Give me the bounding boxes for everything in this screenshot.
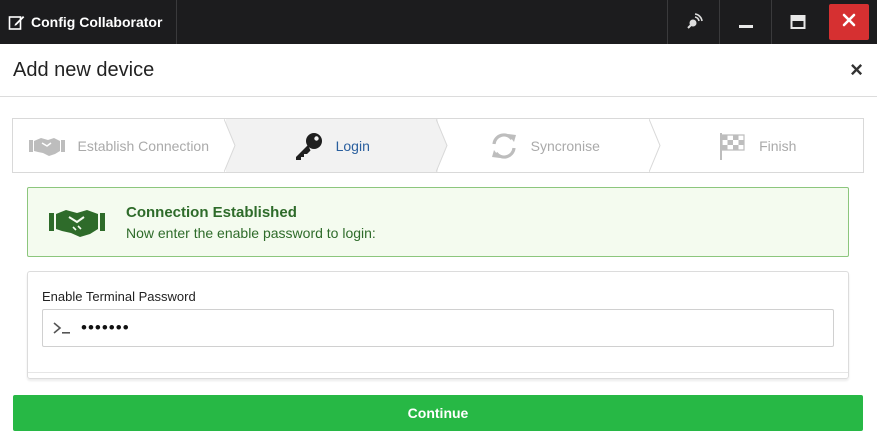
- step-label: Establish Connection: [77, 137, 210, 154]
- step-label: Syncronise: [530, 137, 600, 154]
- alert-title: Connection Established: [126, 203, 297, 221]
- minimize-icon: [738, 14, 754, 30]
- maximize-icon: [790, 14, 806, 30]
- password-value: •••••••: [81, 318, 130, 337]
- step-label: Login: [335, 137, 370, 154]
- minimize-button[interactable]: [719, 0, 771, 44]
- card-footer: [28, 372, 848, 378]
- alert-text: Connection Established Now enter the ena…: [126, 204, 376, 241]
- maximize-button[interactable]: [771, 0, 823, 44]
- password-input[interactable]: •••••••: [42, 309, 834, 347]
- checkered-flag-icon: [717, 131, 747, 161]
- alert-message: Now enter the enable password to login:: [126, 224, 376, 241]
- modal-close-button[interactable]: ×: [850, 59, 863, 81]
- step-finish[interactable]: Finish: [651, 119, 864, 172]
- window-close-button[interactable]: [829, 4, 869, 40]
- edit-icon: [8, 14, 25, 31]
- satellite-icon: [685, 13, 703, 31]
- satellite-button[interactable]: [667, 0, 719, 44]
- password-card: Enable Terminal Password •••••••: [27, 271, 849, 379]
- handshake-icon: [29, 134, 66, 158]
- app-title-text: Config Collaborator: [31, 14, 163, 30]
- step-label: Finish: [759, 137, 797, 154]
- modal-header: Add new device ×: [0, 44, 877, 97]
- wizard-steps: Establish Connection Login Syncronise Fi…: [12, 118, 864, 173]
- sync-icon: [489, 131, 519, 161]
- password-label: Enable Terminal Password: [42, 289, 196, 304]
- modal-title: Add new device: [13, 58, 155, 81]
- terminal-icon: [43, 321, 81, 335]
- close-icon: [842, 13, 856, 32]
- step-establish-connection[interactable]: Establish Connection: [13, 119, 236, 172]
- step-syncronise[interactable]: Syncronise: [438, 119, 661, 172]
- continue-button[interactable]: Continue: [13, 395, 863, 431]
- key-icon: [294, 131, 324, 161]
- app-title: Config Collaborator: [0, 0, 178, 44]
- title-bar: Config Collaborator: [0, 0, 877, 44]
- connection-alert: Connection Established Now enter the ena…: [27, 187, 849, 257]
- step-login[interactable]: Login: [225, 119, 448, 172]
- handshake-icon: [28, 205, 126, 239]
